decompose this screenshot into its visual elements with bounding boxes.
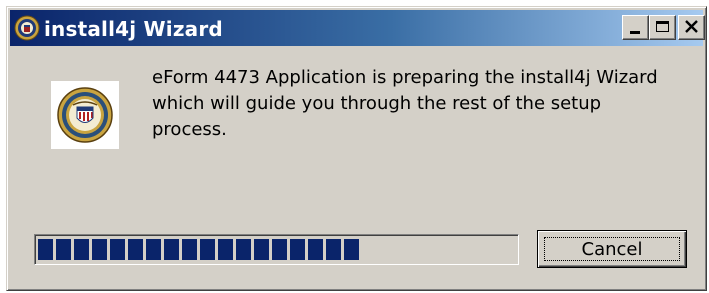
installer-dialog: install4j Wizard eForm 4473 Application … xyxy=(6,6,707,291)
maximize-button[interactable] xyxy=(649,15,676,40)
progress-segment xyxy=(254,239,269,260)
minimize-button[interactable] xyxy=(622,15,649,40)
maximize-icon xyxy=(656,21,669,32)
window-title: install4j Wizard xyxy=(44,17,223,41)
progress-segment xyxy=(38,239,53,260)
progress-segment xyxy=(290,239,305,260)
progress-segment xyxy=(110,239,125,260)
cancel-button[interactable]: Cancel xyxy=(537,230,687,268)
agency-seal-icon xyxy=(57,87,113,143)
progress-segment xyxy=(92,239,107,260)
status-message: eForm 4473 Application is preparing the … xyxy=(152,67,658,140)
progress-segment xyxy=(236,239,251,260)
minimize-icon xyxy=(630,31,640,34)
progress-track xyxy=(38,239,515,260)
agency-seal-logo xyxy=(51,81,119,149)
title-bar[interactable]: install4j Wizard xyxy=(10,10,705,46)
progress-segment xyxy=(146,239,161,260)
progress-segment xyxy=(56,239,71,260)
close-button[interactable] xyxy=(678,15,705,40)
progress-segment xyxy=(344,239,359,260)
app-seal-icon[interactable] xyxy=(14,15,40,41)
progress-segment xyxy=(164,239,179,260)
cancel-button-label: Cancel xyxy=(544,237,680,261)
progress-segment xyxy=(272,239,287,260)
progress-segment xyxy=(326,239,341,260)
progress-segment xyxy=(128,239,143,260)
progress-segment xyxy=(308,239,323,260)
progress-bar xyxy=(34,234,519,265)
close-icon xyxy=(685,20,698,33)
progress-segment xyxy=(74,239,89,260)
progress-segment xyxy=(200,239,215,260)
progress-segment xyxy=(182,239,197,260)
progress-segment xyxy=(218,239,233,260)
